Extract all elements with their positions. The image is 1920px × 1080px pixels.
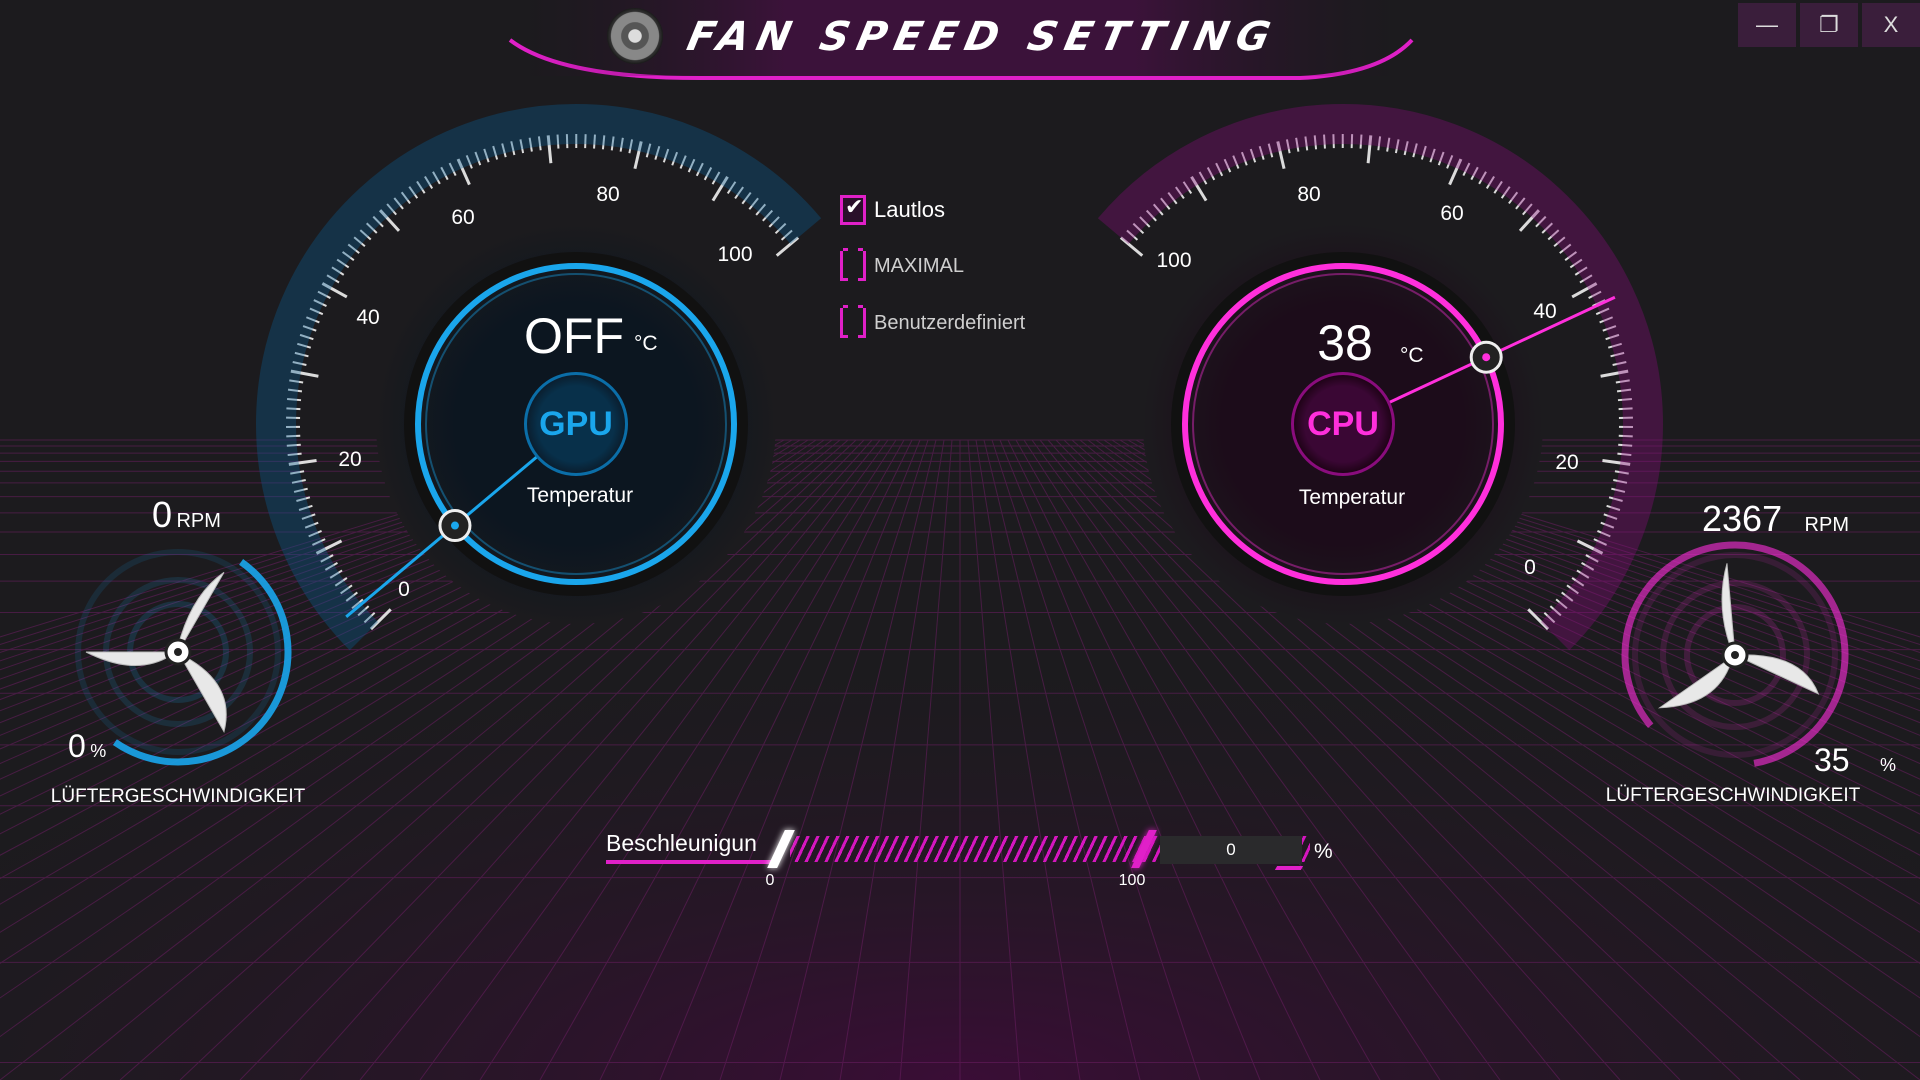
- close-button[interactable]: X: [1862, 3, 1920, 47]
- checkbox-unchecked-icon[interactable]: [840, 305, 866, 338]
- cpu-percent-value: 35: [1814, 742, 1850, 778]
- cpu-chip-badge: CPU: [1291, 372, 1395, 476]
- gpu-rpm-unit: RPM: [176, 510, 221, 532]
- gpu-chip-badge: GPU: [524, 372, 628, 476]
- gauge-graphics: [0, 0, 1920, 1080]
- gpu-gauge-tick: 80: [596, 183, 620, 206]
- cpu-gauge-tick: 80: [1297, 183, 1321, 206]
- acceleration-max-label: 100: [1118, 872, 1146, 889]
- gpu-percent-value: 0: [68, 728, 86, 764]
- mode-label: Lautlos: [874, 197, 945, 222]
- checkbox-checked-icon[interactable]: [840, 195, 866, 225]
- app-title: FAN SPEED SETTING: [683, 14, 1283, 60]
- fan-app-icon: [607, 8, 663, 64]
- gpu-gauge-tick: 100: [717, 243, 753, 266]
- gpu-fan-caption: LÜFTERGESCHWINDIGKEIT: [50, 786, 306, 807]
- gpu-gauge-tick: 0: [398, 578, 410, 601]
- cpu-gauge-tick: 100: [1156, 249, 1192, 272]
- mode-label: MAXIMAL: [874, 254, 965, 277]
- acceleration-underline: [606, 860, 776, 864]
- minimize-button[interactable]: —: [1738, 3, 1796, 47]
- gpu-fan-rpm: 0 RPM: [152, 494, 221, 536]
- mode-option-maximal[interactable]: MAXIMAL: [840, 248, 965, 281]
- gpu-temperature-caption: Temperatur: [526, 484, 634, 507]
- acceleration-unit: %: [1314, 840, 1333, 863]
- cpu-temperature-unit: °C: [1400, 344, 1424, 367]
- gpu-percent-unit: %: [90, 741, 107, 761]
- cpu-fan-percent: 35 %: [1814, 742, 1896, 779]
- cpu-fan-caption: LÜFTERGESCHWINDIGKEIT: [1605, 785, 1861, 806]
- gpu-temperature-unit: °C: [634, 332, 658, 355]
- cpu-gauge-tick: 60: [1440, 202, 1464, 225]
- gpu-gauge-tick: 20: [338, 448, 362, 471]
- acceleration-value-input[interactable]: 0: [1160, 836, 1302, 864]
- cpu-rpm-unit: RPM: [1804, 514, 1849, 536]
- mode-label: Benutzerdefiniert: [874, 311, 1026, 334]
- cpu-rpm-value: 2367: [1702, 498, 1783, 539]
- acceleration-input-indicator: [1274, 866, 1304, 870]
- acceleration-label: Beschleunigun: [606, 830, 757, 856]
- cpu-gauge-tick: 0: [1524, 556, 1536, 579]
- cpu-fan-rpm: 2367 RPM: [1702, 498, 1849, 540]
- acceleration-min-label: 0: [765, 872, 775, 889]
- cpu-temperature-caption: Temperatur: [1298, 486, 1406, 509]
- restore-button[interactable]: ❐: [1800, 3, 1858, 47]
- gpu-gauge-tick: 60: [451, 206, 475, 229]
- gpu-fan-percent: 0 %: [68, 728, 106, 765]
- cpu-gauge-tick: 20: [1555, 451, 1579, 474]
- cpu-gauge-tick: 40: [1533, 300, 1557, 323]
- gpu-temperature-value: OFF: [524, 308, 624, 364]
- mode-option-silent[interactable]: Lautlos: [840, 195, 945, 225]
- gpu-gauge-tick: 40: [356, 306, 380, 329]
- checkbox-unchecked-icon[interactable]: [840, 248, 866, 281]
- mode-option-custom[interactable]: Benutzerdefiniert: [840, 305, 1026, 338]
- cpu-temperature-value: 38: [1317, 315, 1373, 371]
- gpu-rpm-value: 0: [152, 494, 173, 535]
- cpu-percent-unit: %: [1880, 755, 1897, 775]
